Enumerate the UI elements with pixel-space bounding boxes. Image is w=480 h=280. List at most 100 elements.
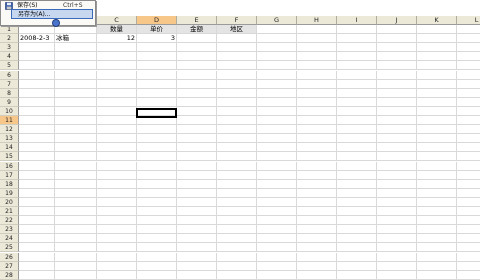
- cell-l11[interactable]: [457, 116, 480, 126]
- cell-l10[interactable]: [457, 107, 480, 116]
- row-header-21[interactable]: 21: [0, 207, 19, 217]
- cell-l15[interactable]: [457, 152, 480, 162]
- cell-f9[interactable]: [217, 97, 257, 107]
- cell-f3[interactable]: [217, 43, 257, 53]
- cell-g19[interactable]: [257, 188, 297, 198]
- row-header-16[interactable]: 16: [0, 161, 19, 171]
- cell-d7[interactable]: [137, 79, 177, 89]
- cell-l28[interactable]: [457, 271, 480, 280]
- cell-k15[interactable]: [417, 152, 457, 162]
- cell-i6[interactable]: [337, 70, 377, 80]
- cell-f6[interactable]: [217, 70, 257, 80]
- cell-k26[interactable]: [417, 252, 457, 262]
- cell-h12[interactable]: [297, 125, 337, 135]
- cell-a20[interactable]: [19, 197, 55, 207]
- cell-h18[interactable]: [297, 179, 337, 189]
- cell-h26[interactable]: [297, 252, 337, 262]
- cell-l8[interactable]: [457, 89, 480, 98]
- cell-l6[interactable]: [457, 71, 480, 80]
- cell-l24[interactable]: [457, 234, 480, 244]
- cell-c6[interactable]: [97, 70, 137, 80]
- cell-l26[interactable]: [457, 253, 480, 262]
- cell-a11[interactable]: [19, 116, 55, 126]
- row-header-27[interactable]: 27: [0, 261, 19, 271]
- cell-k28[interactable]: [417, 270, 457, 280]
- cell-k10[interactable]: [417, 106, 457, 116]
- cell-k13[interactable]: [417, 134, 457, 144]
- menu-item-save-as[interactable]: 另存为(A)...: [11, 9, 93, 19]
- cell-e23[interactable]: [177, 225, 217, 235]
- cell-g3[interactable]: [257, 43, 297, 53]
- cell-l12[interactable]: [457, 125, 480, 135]
- cell-d12[interactable]: [137, 125, 177, 135]
- cell-k2[interactable]: [417, 34, 457, 44]
- cell-d27[interactable]: [137, 261, 177, 271]
- cell-a28[interactable]: [19, 270, 55, 280]
- cell-l5[interactable]: [457, 61, 480, 71]
- cell-i9[interactable]: [337, 97, 377, 107]
- column-header-e[interactable]: E: [177, 16, 217, 25]
- row-header-10[interactable]: 10: [0, 106, 19, 116]
- row-header-28[interactable]: 28: [0, 270, 19, 280]
- cell-a17[interactable]: [19, 170, 55, 180]
- cell-b14[interactable]: [55, 143, 97, 153]
- row-header-15[interactable]: 15: [0, 152, 19, 162]
- cell-g24[interactable]: [257, 234, 297, 244]
- cell-g20[interactable]: [257, 197, 297, 207]
- cell-e16[interactable]: [177, 161, 217, 171]
- cell-j16[interactable]: [377, 161, 417, 171]
- cell-k19[interactable]: [417, 188, 457, 198]
- cell-e9[interactable]: [177, 97, 217, 107]
- row-header-2[interactable]: 2: [0, 34, 19, 44]
- cell-k16[interactable]: [417, 161, 457, 171]
- cell-b28[interactable]: [55, 270, 97, 280]
- cell-k11[interactable]: [417, 116, 457, 126]
- cell-a6[interactable]: [19, 70, 55, 80]
- cell-h16[interactable]: [297, 161, 337, 171]
- cell-l16[interactable]: [457, 162, 480, 171]
- cell-h11[interactable]: [297, 116, 337, 126]
- cell-g14[interactable]: [257, 143, 297, 153]
- cell-f8[interactable]: [217, 88, 257, 98]
- cell-e28[interactable]: [177, 270, 217, 280]
- cell-c21[interactable]: [97, 207, 137, 217]
- cell-c8[interactable]: [97, 88, 137, 98]
- column-header-i[interactable]: I: [337, 16, 377, 25]
- cell-g6[interactable]: [257, 70, 297, 80]
- cell-i16[interactable]: [337, 161, 377, 171]
- cell-c5[interactable]: [97, 61, 137, 71]
- cell-l22[interactable]: [457, 216, 480, 226]
- row-header-17[interactable]: 17: [0, 170, 19, 180]
- cell-d21[interactable]: [137, 207, 177, 217]
- cell-j10[interactable]: [377, 106, 417, 116]
- cell-e3[interactable]: [177, 43, 217, 53]
- cell-d8[interactable]: [137, 88, 177, 98]
- cell-e12[interactable]: [177, 125, 217, 135]
- cell-b10[interactable]: [55, 106, 97, 116]
- cell-f19[interactable]: [217, 188, 257, 198]
- cell-c22[interactable]: [97, 216, 137, 226]
- active-cell-d11[interactable]: [136, 108, 177, 118]
- cell-c1[interactable]: 数量: [97, 25, 137, 35]
- cell-i18[interactable]: [337, 179, 377, 189]
- cell-g28[interactable]: [257, 270, 297, 280]
- cell-e25[interactable]: [177, 243, 217, 253]
- cell-d2[interactable]: 3: [137, 34, 177, 44]
- cell-e14[interactable]: [177, 143, 217, 153]
- cell-h9[interactable]: [297, 97, 337, 107]
- cell-d22[interactable]: [137, 216, 177, 226]
- cell-l7[interactable]: [457, 80, 480, 89]
- cell-j23[interactable]: [377, 225, 417, 235]
- cell-d20[interactable]: [137, 197, 177, 207]
- cell-i13[interactable]: [337, 134, 377, 144]
- cell-g26[interactable]: [257, 252, 297, 262]
- cell-f26[interactable]: [217, 252, 257, 262]
- cell-a1[interactable]: [19, 25, 55, 35]
- cell-k3[interactable]: [417, 43, 457, 53]
- cell-l9[interactable]: [457, 98, 480, 107]
- cell-a25[interactable]: [19, 243, 55, 253]
- row-header-18[interactable]: 18: [0, 179, 19, 189]
- cell-j20[interactable]: [377, 197, 417, 207]
- column-header-l[interactable]: L: [457, 16, 480, 25]
- column-header-c[interactable]: C: [97, 16, 137, 25]
